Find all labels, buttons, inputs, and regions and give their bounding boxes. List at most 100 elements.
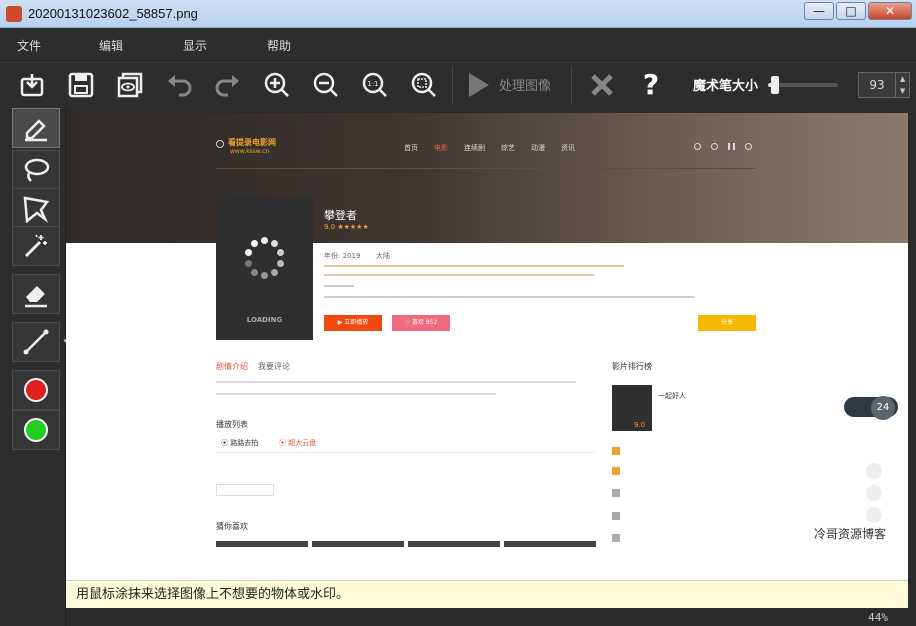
- zoom-out-icon[interactable]: [306, 65, 346, 105]
- preview-icon[interactable]: [110, 65, 150, 105]
- title-bar: 20200131023602_58857.png — □ ✕: [0, 0, 916, 28]
- movie-rating: 9.0 ★★★★★: [324, 223, 369, 231]
- marker-tool-button[interactable]: [12, 108, 60, 148]
- movie-poster: LOADING: [216, 197, 313, 340]
- polygon-lasso-icon: [23, 196, 50, 223]
- site-nav-item[interactable]: 电影: [434, 143, 448, 153]
- lasso-icon: [24, 158, 50, 182]
- rank-thumb[interactable]: 9.0: [612, 385, 652, 431]
- recommend-thumb[interactable]: [408, 541, 500, 547]
- rank-badge: [612, 489, 620, 497]
- stats-icon[interactable]: [728, 143, 735, 150]
- eraser-icon: [25, 286, 47, 308]
- slider-thumb[interactable]: [771, 75, 780, 94]
- divider: [216, 452, 596, 453]
- menu-help[interactable]: 帮助: [267, 37, 291, 54]
- clock-icon[interactable]: [694, 143, 701, 150]
- brush-size-spinbox[interactable]: 93 ▲ ▼: [858, 71, 911, 98]
- magic-wand-icon: [24, 234, 47, 258]
- cancel-icon[interactable]: [582, 65, 622, 105]
- line-tool-button[interactable]: ▾: [12, 322, 67, 362]
- movie-region: 大陆: [376, 252, 390, 260]
- spin-arrows[interactable]: ▲ ▼: [895, 72, 909, 97]
- green-color-button[interactable]: [12, 410, 60, 450]
- feedback-icon[interactable]: [866, 507, 882, 523]
- episode-button[interactable]: [216, 484, 274, 496]
- movie-meta-line: [324, 285, 354, 287]
- redo-icon[interactable]: [208, 65, 248, 105]
- minimize-button[interactable]: —: [804, 2, 834, 20]
- site-nav-item[interactable]: 综艺: [501, 143, 515, 153]
- brush-size-value[interactable]: 93: [859, 78, 895, 92]
- maximize-button[interactable]: □: [836, 2, 866, 20]
- gift-icon[interactable]: [866, 485, 882, 501]
- zoom-in-icon[interactable]: [257, 65, 297, 105]
- magic-wand-tool-button[interactable]: [12, 226, 60, 266]
- svg-text:1:1: 1:1: [367, 80, 378, 88]
- open-file-icon[interactable]: [12, 65, 52, 105]
- like-button[interactable]: ♡ 喜欢 852: [392, 315, 450, 331]
- rank-first-title[interactable]: 一起好人: [658, 391, 686, 401]
- image-canvas[interactable]: 看提录电影网 www.kssw.cn 首页 电影 连续剧 综艺 动漫 资讯 LO…: [66, 113, 908, 580]
- lasso-tool-button[interactable]: [12, 150, 60, 190]
- rank-badge: [612, 534, 620, 542]
- night-mode-icon[interactable]: [866, 463, 882, 479]
- share-button[interactable]: 分享: [698, 315, 756, 331]
- help-icon[interactable]: ?: [631, 65, 671, 105]
- rank-badge: [612, 512, 620, 520]
- marker-icon: [25, 119, 47, 142]
- movie-title: 攀登者: [324, 209, 357, 222]
- play-icon: [469, 72, 489, 97]
- eraser-tool-button[interactable]: [12, 274, 60, 314]
- toolbar-separator: [571, 65, 573, 104]
- fit-window-icon[interactable]: [404, 65, 444, 105]
- site-nav-item[interactable]: 首页: [404, 143, 418, 153]
- site-url: www.kssw.cn: [230, 148, 270, 155]
- rank-title: 影片排行榜: [612, 362, 652, 371]
- menu-file[interactable]: 文件: [17, 37, 41, 54]
- toolbar: 1:1 处理图像 ? 魔术笔大小 93 ▲ ▼: [0, 62, 916, 106]
- playlist-title: 播放列表: [216, 420, 248, 429]
- actual-size-icon[interactable]: 1:1: [355, 65, 395, 105]
- movie-director-line: [324, 274, 594, 276]
- close-button[interactable]: ✕: [868, 2, 912, 20]
- user-icon[interactable]: [745, 143, 752, 150]
- undo-icon[interactable]: [159, 65, 199, 105]
- movie-cast-line: [324, 265, 624, 267]
- process-image-button[interactable]: 处理图像: [463, 70, 551, 100]
- menu-view[interactable]: 显示: [183, 37, 207, 54]
- poster-loading-text: LOADING: [246, 316, 283, 324]
- history-icon[interactable]: [711, 143, 718, 150]
- brush-size-slider[interactable]: [768, 75, 839, 95]
- play-now-button[interactable]: ▶ 立即播放: [324, 315, 382, 331]
- source-tab-1[interactable]: ⦿ 路路去拍: [221, 438, 258, 448]
- polygon-lasso-tool-button[interactable]: [12, 188, 60, 228]
- site-header-icons: [694, 143, 752, 150]
- recommend-thumb[interactable]: [312, 541, 404, 547]
- source-tab-2[interactable]: ⦿ 超大云盘: [279, 438, 316, 448]
- recommend-thumb[interactable]: [504, 541, 596, 547]
- menu-edit[interactable]: 编辑: [99, 37, 123, 54]
- rank-badge: [612, 447, 620, 455]
- site-nav: 首页 电影 连续剧 综艺 动漫 资讯: [404, 143, 575, 153]
- site-nav-item[interactable]: 资讯: [561, 143, 575, 153]
- menu-bar: 文件 编辑 显示 帮助: [0, 28, 916, 62]
- site-nav-item[interactable]: 动漫: [531, 143, 545, 153]
- watermark-text: 冷哥资源博客: [814, 527, 887, 541]
- site-nav-item[interactable]: 连续剧: [464, 143, 485, 153]
- divider: [216, 168, 756, 169]
- save-icon[interactable]: [61, 65, 101, 105]
- red-color-button[interactable]: [12, 370, 60, 410]
- green-color-swatch: [24, 418, 48, 442]
- site-logo: 看提录电影网: [228, 138, 276, 147]
- recommend-title: 猜你喜欢: [216, 522, 248, 531]
- tab-intro[interactable]: 剧情介绍: [216, 361, 248, 372]
- window-controls: — □ ✕: [804, 2, 912, 20]
- tab-comment[interactable]: 我要评论: [258, 361, 290, 372]
- speed-counter: 24: [871, 396, 895, 420]
- brush-size-label: 魔术笔大小: [693, 79, 759, 94]
- recommend-thumb[interactable]: [216, 541, 308, 547]
- app-icon: [6, 5, 22, 22]
- rank-first-score: 9.0: [634, 421, 646, 429]
- window-title: 20200131023602_58857.png: [28, 6, 198, 21]
